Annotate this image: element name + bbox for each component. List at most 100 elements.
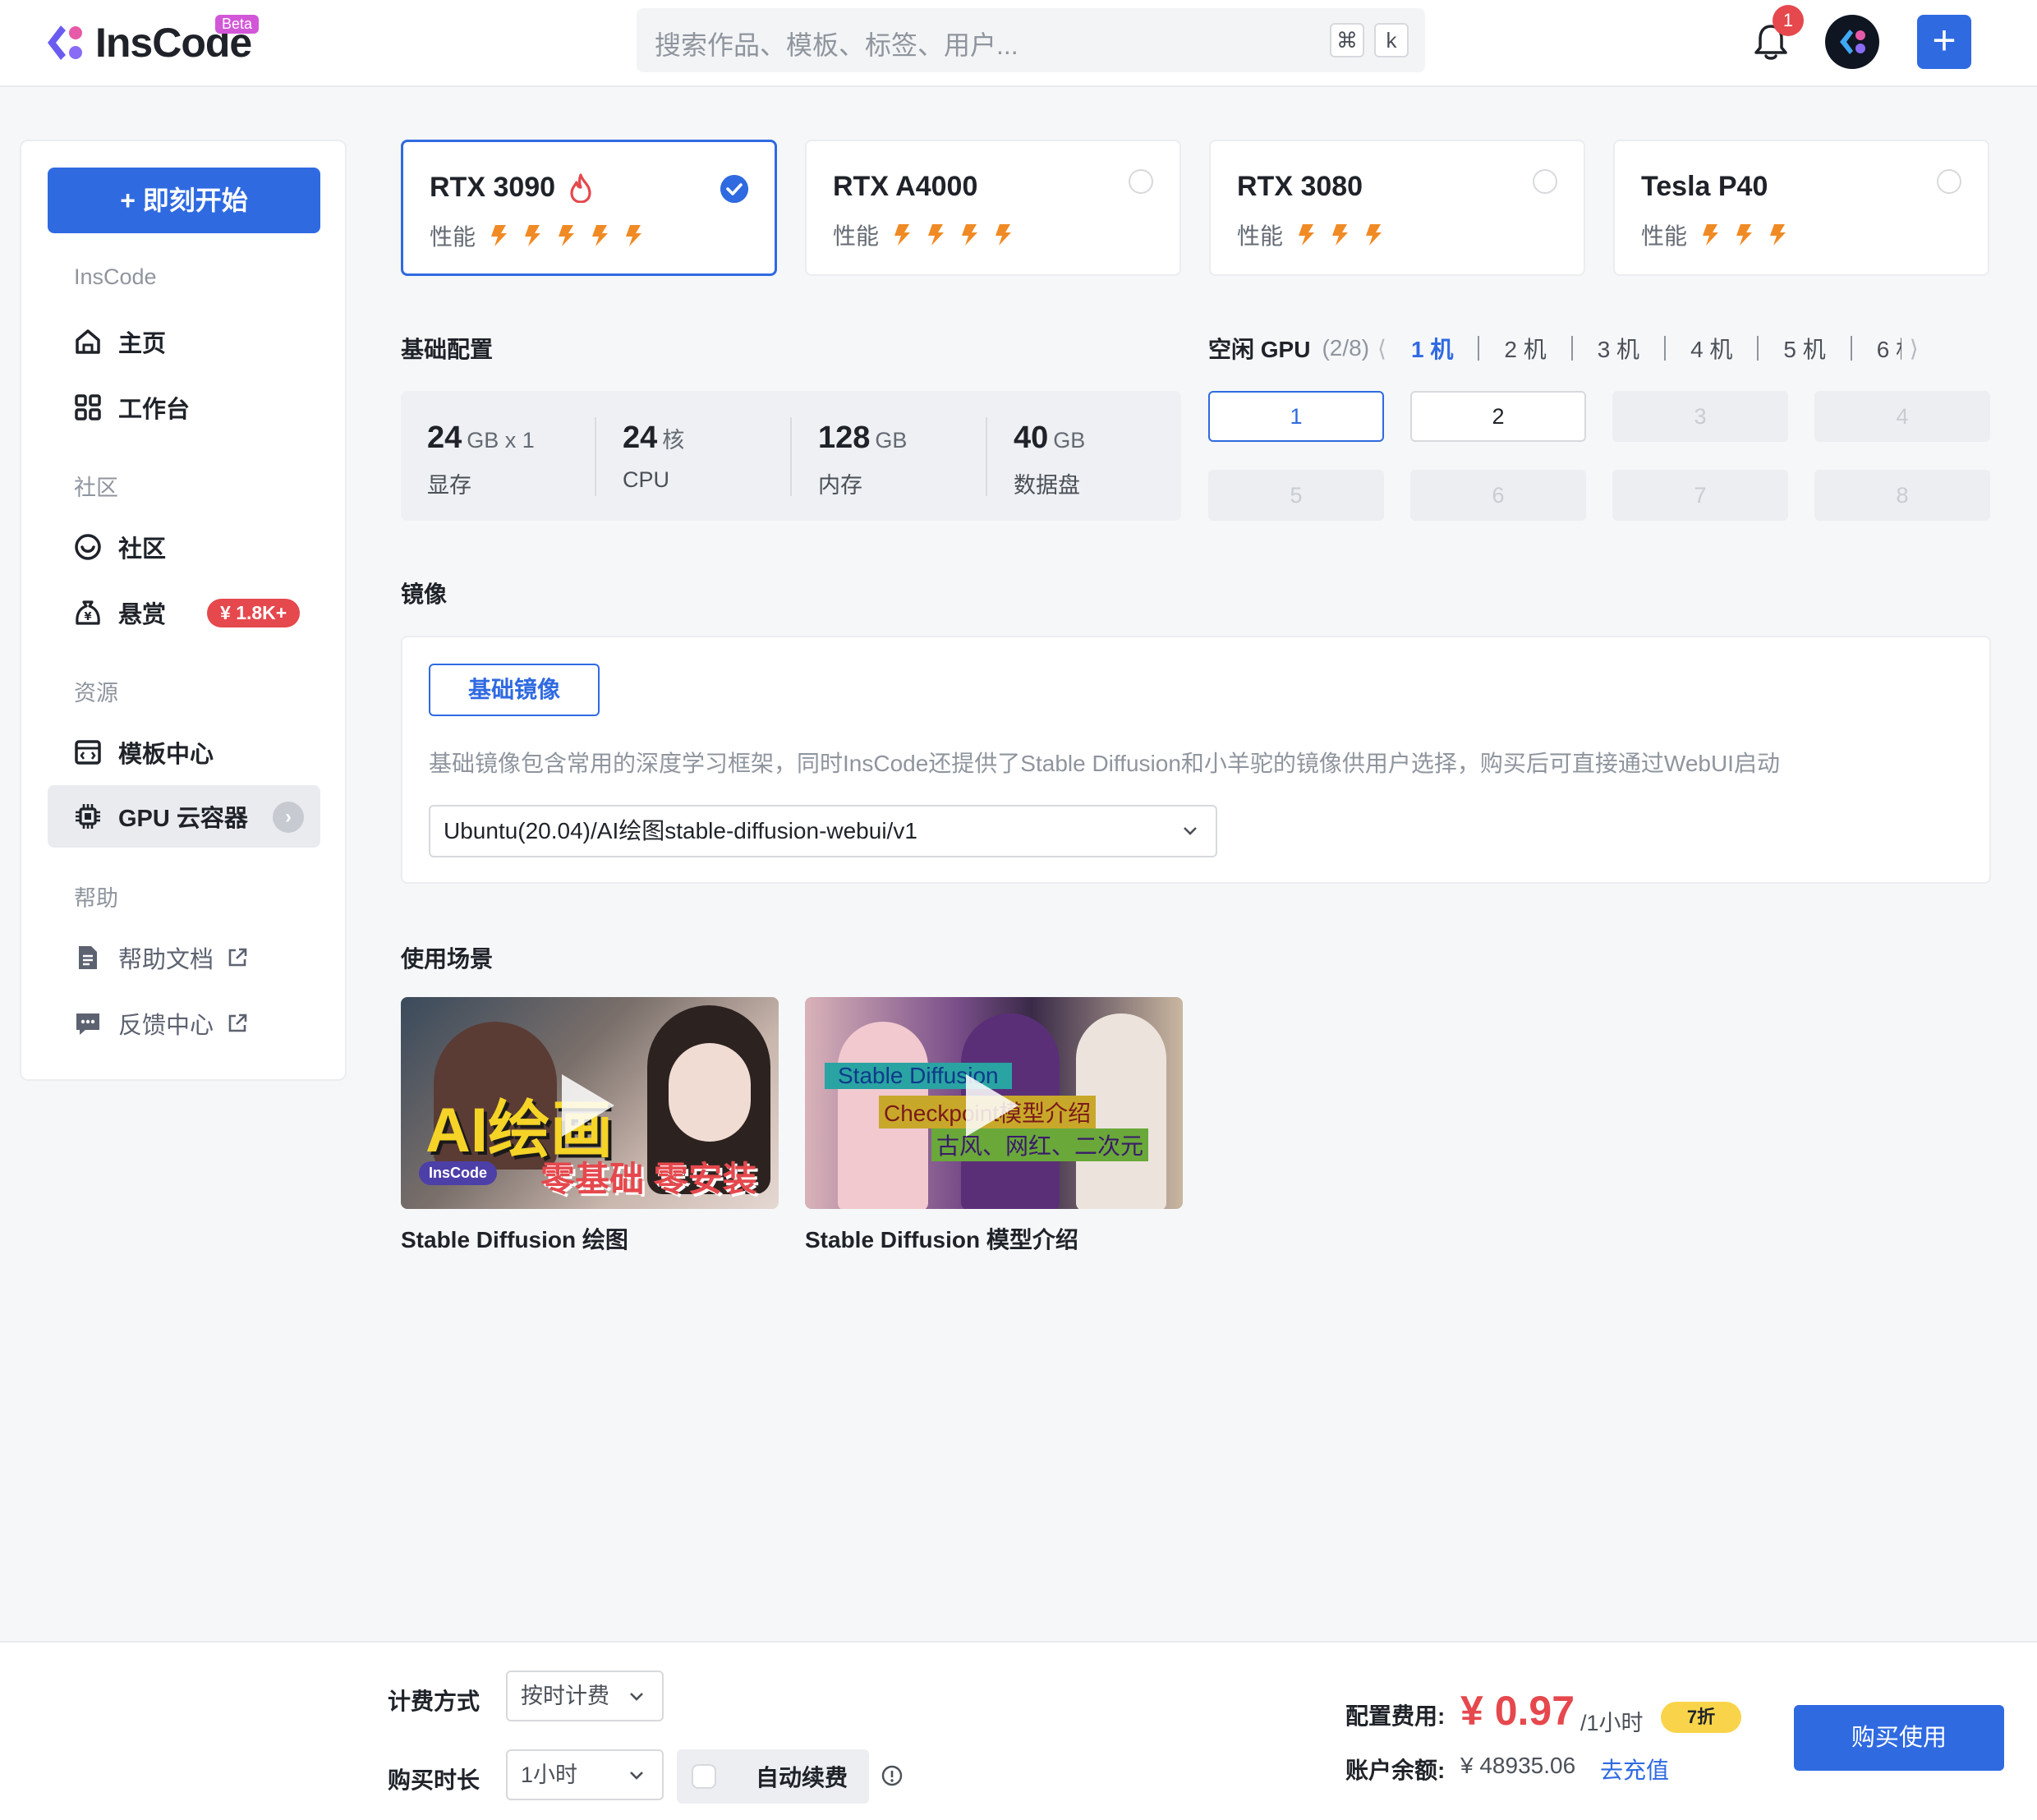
billing-label: 计费方式 bbox=[388, 1689, 481, 1714]
gpu-performance: 性能 bbox=[1237, 218, 1384, 251]
notification-badge: 1 bbox=[1773, 5, 1804, 36]
spec-label: 数据盘 bbox=[1014, 473, 1080, 498]
chip-icon bbox=[76, 804, 100, 829]
tab-base-image[interactable]: 基础镜像 bbox=[429, 664, 600, 716]
gpu-name-text: RTX 3090 bbox=[430, 172, 556, 203]
gpu-card[interactable]: Tesla P40 性能 bbox=[1613, 140, 1989, 276]
spec-unit: GB x 1 bbox=[467, 428, 535, 453]
image-select[interactable]: Ubuntu(20.04)/AI绘图stable-diffusion-webui… bbox=[429, 805, 1217, 857]
sidebar-item-community[interactable]: 社区 bbox=[48, 516, 320, 578]
tab-separator bbox=[1664, 336, 1667, 361]
machine-tab[interactable]: 2 机 bbox=[1504, 332, 1546, 365]
sidebar-item-workbench[interactable]: 工作台 bbox=[48, 376, 320, 439]
machine-tab[interactable]: 1 机 bbox=[1411, 332, 1453, 365]
gpu-name: Tesla P40 bbox=[1641, 171, 1768, 203]
gpu-count-button: 6 bbox=[1410, 470, 1586, 521]
sidebar-item-home[interactable]: 主页 bbox=[48, 310, 320, 373]
start-now-button[interactable]: + 即刻开始 bbox=[48, 168, 320, 233]
scene-video-2[interactable]: Stable Diffusion Checkpoint模型介绍 古风、网红、二次… bbox=[805, 997, 1183, 1209]
gpu-card[interactable]: RTX 3080 性能 bbox=[1209, 140, 1585, 276]
gpu-count-button[interactable]: 2 bbox=[1410, 391, 1586, 442]
perf-label: 性能 bbox=[1641, 223, 1688, 249]
fee-unit: /1小时 bbox=[1580, 1711, 1644, 1735]
auto-renew-toggle[interactable]: 自动续费 bbox=[677, 1749, 869, 1804]
perf-label: 性能 bbox=[1237, 223, 1284, 249]
sidebar-item-bounty[interactable]: ¥ 悬赏 ¥ 1.8K+ bbox=[48, 581, 320, 644]
next-arrow-icon[interactable]: ⟩ bbox=[1910, 335, 1919, 362]
billing-value: 按时计费 bbox=[521, 1684, 609, 1708]
gpu-name: RTX A4000 bbox=[833, 171, 977, 203]
bounty-badge: ¥ 1.8K+ bbox=[207, 598, 301, 627]
spec-disk: 40 GB 数据盘 bbox=[1014, 421, 1085, 499]
duration-select[interactable]: 1小时 bbox=[506, 1749, 664, 1800]
search-placeholder: 搜索作品、模板、标签、用户... bbox=[655, 30, 1018, 60]
check-circle-icon bbox=[720, 175, 748, 203]
purchase-bar: 计费方式 按时计费 购买时长 1小时 自动续费 配置费用: ¥ 0.97 /1小… bbox=[0, 1641, 2037, 1820]
gpu-card[interactable]: RTX 3090 性能 bbox=[401, 140, 777, 276]
cmd-key: ⌘ bbox=[1330, 23, 1364, 57]
chevron-down-icon bbox=[630, 1772, 643, 1780]
radio-button[interactable] bbox=[1533, 169, 1557, 194]
sidebar-item-label: 工作台 bbox=[118, 397, 191, 423]
grid-icon bbox=[75, 394, 101, 421]
auto-renew-checkbox[interactable] bbox=[692, 1764, 716, 1789]
buy-button[interactable]: 购买使用 bbox=[1794, 1705, 2004, 1771]
discount-badge: 7折 bbox=[1661, 1702, 1741, 1733]
home-icon bbox=[76, 329, 100, 354]
avatar[interactable] bbox=[1825, 15, 1879, 69]
spec-ram: 128 GB 内存 bbox=[818, 421, 907, 499]
template-icon bbox=[75, 740, 101, 765]
balance-label: 账户余额: bbox=[1345, 1758, 1446, 1783]
machine-tab[interactable]: 4 机 bbox=[1690, 332, 1732, 365]
chevron-down-icon bbox=[630, 1693, 643, 1701]
overlay-subtitle: 零基础 零安装 bbox=[540, 1160, 757, 1198]
sidebar-item-label: 悬赏 bbox=[118, 602, 167, 628]
spec-cpu: 24 核 CPU bbox=[623, 421, 684, 493]
billing-select[interactable]: 按时计费 bbox=[506, 1671, 664, 1721]
gpu-name: RTX 3080 bbox=[1237, 171, 1363, 203]
image-title: 镜像 bbox=[401, 581, 448, 607]
info-icon[interactable] bbox=[881, 1764, 904, 1787]
search-bar[interactable]: 搜索作品、模板、标签、用户... ⌘ k bbox=[637, 8, 1425, 72]
scene-caption: Stable Diffusion 绘图 bbox=[401, 1227, 628, 1252]
spec-unit: GB bbox=[1053, 428, 1086, 453]
machine-tab[interactable]: 6 机 bbox=[1877, 332, 1901, 365]
lightning-icon bbox=[928, 224, 945, 246]
spec-label: 内存 bbox=[818, 473, 862, 498]
overlay-brand: InsCode bbox=[419, 1161, 498, 1185]
lightning-icon bbox=[894, 224, 911, 246]
gpu-count-button: 5 bbox=[1208, 470, 1384, 521]
smile-icon bbox=[75, 534, 101, 560]
sidebar-item-gpu[interactable]: GPU 云容器 › bbox=[48, 785, 320, 848]
sidebar-item-templates[interactable]: 模板中心 bbox=[48, 721, 320, 784]
divider bbox=[595, 417, 596, 496]
radio-button[interactable] bbox=[1129, 169, 1153, 194]
scene-video-1[interactable]: AI绘画 InsCode 零基础 零安装 bbox=[401, 997, 779, 1209]
tab-separator bbox=[1850, 336, 1852, 361]
perf-label: 性能 bbox=[833, 223, 880, 249]
k-key: k bbox=[1374, 23, 1409, 57]
duration-label: 购买时长 bbox=[388, 1767, 481, 1793]
machine-tab[interactable]: 3 机 bbox=[1598, 332, 1639, 365]
sidebar-item-docs[interactable]: 帮助文档 bbox=[48, 926, 320, 989]
lightning-icon bbox=[525, 225, 541, 246]
radio-button[interactable] bbox=[1937, 169, 1961, 194]
prev-arrow-icon[interactable]: ⟨ bbox=[1377, 335, 1386, 362]
gpu-name-text: RTX A4000 bbox=[833, 171, 978, 202]
sidebar-item-label: 主页 bbox=[118, 331, 167, 357]
section-help: 帮助 bbox=[74, 886, 118, 911]
sidebar-item-feedback[interactable]: 反馈中心 bbox=[48, 992, 320, 1055]
gpu-count-button[interactable]: 1 bbox=[1208, 391, 1384, 442]
recharge-link[interactable]: 去充值 bbox=[1600, 1753, 1669, 1786]
gpu-card[interactable]: RTX A4000 性能 bbox=[805, 140, 1181, 276]
svg-text:¥: ¥ bbox=[84, 611, 91, 623]
machine-tab[interactable]: 5 机 bbox=[1783, 332, 1825, 365]
image-select-value: Ubuntu(20.04)/AI绘图stable-diffusion-webui… bbox=[444, 818, 917, 843]
create-button[interactable]: + bbox=[1917, 15, 1971, 69]
free-gpu-count: (2/8) bbox=[1322, 335, 1370, 361]
chat-icon bbox=[76, 1013, 99, 1035]
spec-value: 40 bbox=[1014, 421, 1049, 455]
lightning-icon bbox=[491, 225, 508, 246]
gpu-performance: 性能 bbox=[430, 219, 644, 252]
tab-separator bbox=[1570, 336, 1573, 361]
